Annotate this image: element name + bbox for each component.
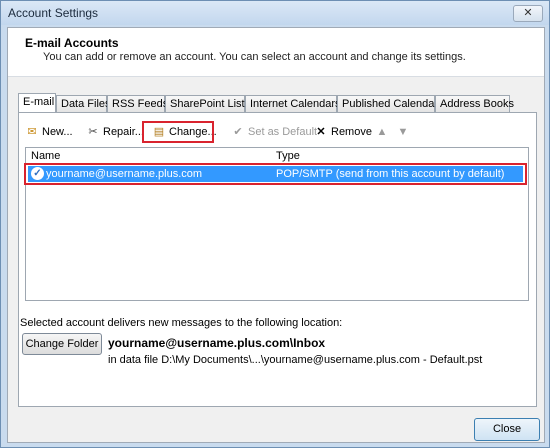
new-button[interactable]: ✉ New... (25, 123, 73, 141)
tab-sharepoint-lists[interactable]: SharePoint Lists (165, 95, 250, 112)
account-list[interactable]: Name Type ✓ yourname@username.plus.com P… (24, 147, 529, 301)
move-up-button[interactable]: ▲ (375, 123, 392, 141)
arrow-down-icon: ▼ (397, 126, 409, 139)
title-bar[interactable]: Account Settings ✕ (1, 1, 549, 25)
dialog-header: E-mail Accounts You can add or remove an… (8, 28, 544, 77)
dialog-client: E-mail Accounts You can add or remove an… (7, 27, 545, 443)
inbox-path: yourname@username.plus.com\Inbox (108, 336, 326, 350)
header-subtitle: You can add or remove an account. You ca… (43, 51, 466, 63)
new-label: New... (42, 126, 73, 138)
set-default-label: Set as Default (248, 126, 318, 138)
tab-email[interactable]: E-mail (18, 93, 56, 112)
check-circle-icon: ✔ (233, 126, 243, 139)
remove-button[interactable]: ✕ Remove (314, 123, 372, 141)
close-icon[interactable]: ✕ (513, 5, 543, 22)
tab-address-books[interactable]: Address Books (435, 95, 514, 112)
delivery-location-text: Selected account delivers new messages t… (20, 317, 343, 329)
account-row-highlight-box (24, 163, 527, 185)
remove-label: Remove (331, 126, 372, 138)
repair-label: Repair... (103, 126, 144, 138)
change-highlight-box (142, 121, 214, 143)
repair-button[interactable]: ✂ Repair... (86, 123, 144, 141)
header-title: E-mail Accounts (25, 36, 119, 50)
tab-rss-feeds[interactable]: RSS Feeds (107, 95, 168, 112)
remove-x-icon: ✕ (316, 126, 326, 139)
close-button[interactable]: Close (474, 418, 540, 441)
change-folder-button[interactable]: Change Folder (22, 333, 102, 355)
arrow-up-icon: ▲ (376, 126, 388, 139)
window-title: Account Settings (8, 6, 99, 20)
account-settings-window: Account Settings ✕ E-mail Accounts You c… (0, 0, 550, 448)
set-default-button[interactable]: ✔ Set as Default (231, 123, 317, 141)
repair-tools-icon: ✂ (88, 126, 98, 139)
account-toolbar: ✉ New... ✂ Repair... ▤ Change... ✔ Set as De… (25, 121, 525, 143)
move-down-button[interactable]: ▼ (396, 123, 413, 141)
tab-data-files[interactable]: Data Files (56, 95, 111, 112)
tab-internet-calendars[interactable]: Internet Calendars (245, 95, 341, 112)
tab-published-calendars[interactable]: Published Calendars (337, 95, 444, 112)
data-file-path: in data file D:\My Documents\...\yournam… (108, 354, 483, 366)
new-account-icon: ✉ (27, 126, 37, 139)
